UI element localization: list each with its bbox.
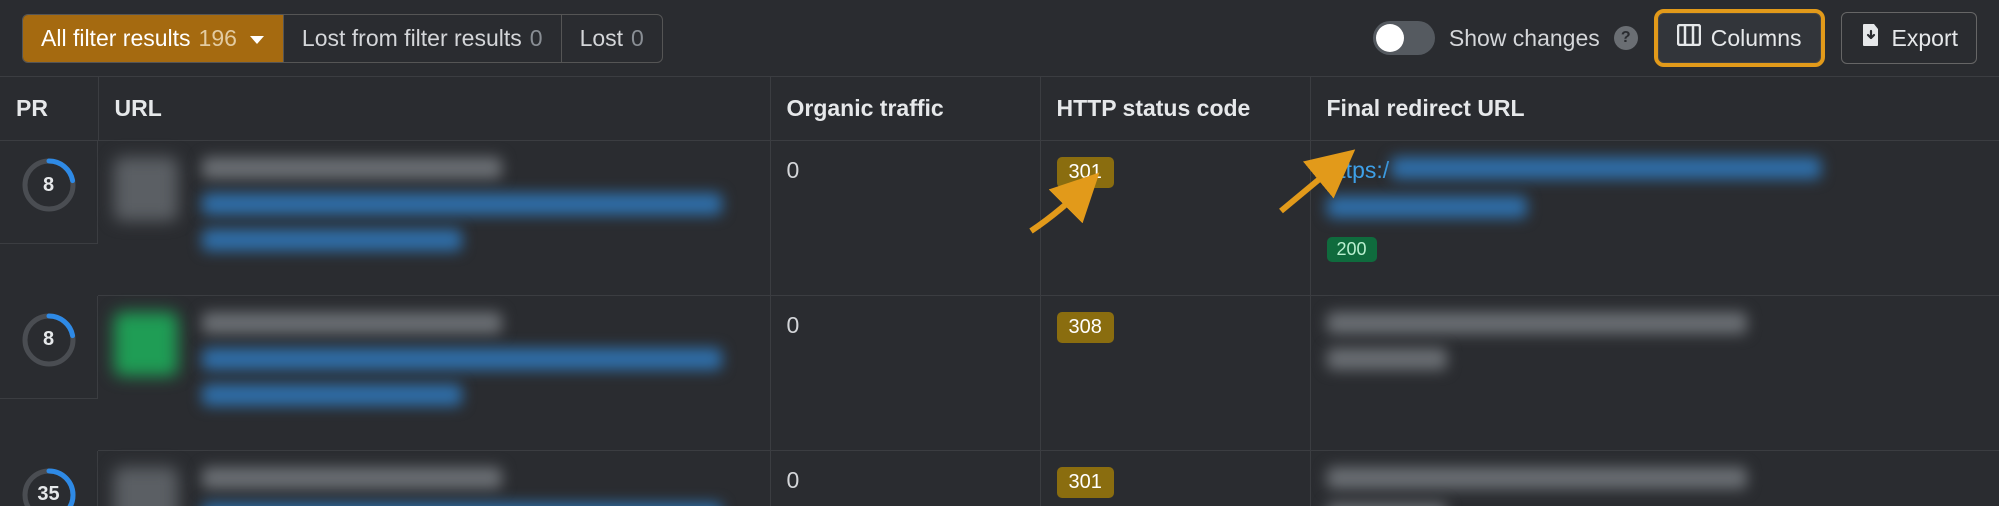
column-header-redirect[interactable]: Final redirect URL <box>1310 77 1999 141</box>
chevron-down-icon <box>249 25 265 52</box>
favicon-thumbnail <box>114 312 178 376</box>
redirect-url-redacted <box>1327 196 1527 218</box>
redirect-redacted <box>1327 348 1447 370</box>
url-cell <box>114 467 754 506</box>
favicon-thumbnail <box>114 467 178 506</box>
column-header-pr[interactable]: PR <box>0 77 98 141</box>
table-row: 8 0 301 https:/ 200 <box>0 141 1999 296</box>
page-url-redacted[interactable] <box>202 229 462 251</box>
tab-lost[interactable]: Lost 0 <box>562 15 662 62</box>
column-header-url[interactable]: URL <box>98 77 770 141</box>
http-status-badge: 308 <box>1057 312 1114 343</box>
tab-count: 0 <box>530 25 543 52</box>
columns-icon <box>1677 24 1701 52</box>
organic-traffic-value: 0 <box>770 141 1040 296</box>
redirect-url-prefix: https:/ <box>1327 157 1390 184</box>
final-redirect-url[interactable]: https:/ <box>1327 157 1984 218</box>
favicon-thumbnail <box>114 157 178 221</box>
page-title-redacted <box>202 312 502 334</box>
show-changes-toggle[interactable] <box>1373 21 1435 55</box>
pr-value: 35 <box>21 467 77 506</box>
download-icon <box>1860 23 1882 53</box>
tab-count: 0 <box>631 25 644 52</box>
redirect-redacted <box>1327 312 1747 334</box>
organic-traffic-value: 0 <box>770 296 1040 451</box>
table-row: 8 0 308 <box>0 296 1999 451</box>
pr-gauge: 8 <box>21 312 77 368</box>
page-title-redacted <box>202 467 502 489</box>
export-button[interactable]: Export <box>1841 12 1977 64</box>
help-icon[interactable]: ? <box>1614 26 1638 50</box>
column-header-status[interactable]: HTTP status code <box>1040 77 1310 141</box>
page-url-redacted[interactable] <box>202 348 722 370</box>
tab-all-filter-results[interactable]: All filter results 196 <box>23 15 284 62</box>
url-cell <box>114 157 754 265</box>
page-url-redacted[interactable] <box>202 384 462 406</box>
url-cell <box>114 312 754 420</box>
pr-gauge: 35 <box>21 467 77 506</box>
page-title-redacted <box>202 157 502 179</box>
tab-lost-from-filter-results[interactable]: Lost from filter results 0 <box>284 15 562 62</box>
pr-value: 8 <box>21 157 77 213</box>
pr-gauge: 8 <box>21 157 77 213</box>
redirect-url-redacted <box>1391 157 1821 179</box>
redirect-status-badge: 200 <box>1327 237 1377 262</box>
columns-button-label: Columns <box>1711 25 1802 52</box>
columns-button[interactable]: Columns <box>1658 13 1821 63</box>
tab-label: Lost <box>580 25 623 52</box>
show-changes-toggle-wrap: Show changes ? <box>1373 21 1638 55</box>
results-table: PR URL Organic traffic HTTP status code … <box>0 76 1999 506</box>
tab-label: All filter results <box>41 25 191 52</box>
filter-tabs: All filter results 196 Lost from filter … <box>22 14 663 63</box>
export-button-label: Export <box>1892 25 1958 52</box>
tab-count: 196 <box>199 25 237 52</box>
http-status-badge: 301 <box>1057 467 1114 498</box>
page-url-redacted[interactable] <box>202 193 722 215</box>
tab-label: Lost from filter results <box>302 25 522 52</box>
column-header-traffic[interactable]: Organic traffic <box>770 77 1040 141</box>
show-changes-label: Show changes <box>1449 25 1600 52</box>
http-status-badge: 301 <box>1057 157 1114 188</box>
organic-traffic-value: 0 <box>770 451 1040 506</box>
pr-value: 8 <box>21 312 77 368</box>
redirect-redacted <box>1327 467 1747 489</box>
toolbar: All filter results 196 Lost from filter … <box>0 0 1999 76</box>
table-row: 35 0 301 <box>0 451 1999 506</box>
